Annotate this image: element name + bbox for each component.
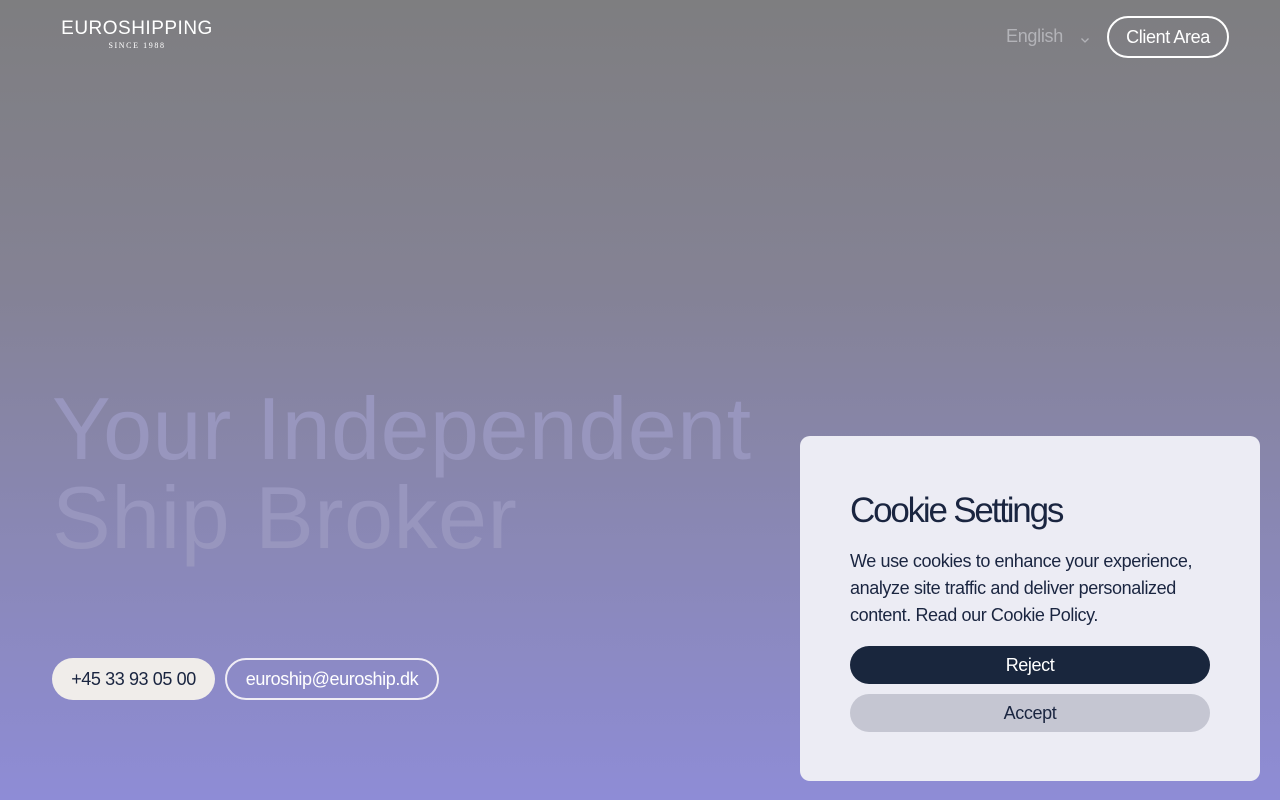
cookie-settings-dialog: Cookie Settings We use cookies to enhanc… xyxy=(800,436,1260,781)
reject-cookies-button[interactable]: Reject xyxy=(850,646,1210,684)
cookie-dialog-text: We use cookies to enhance your experienc… xyxy=(850,548,1210,629)
cookie-dialog-title: Cookie Settings xyxy=(850,491,1064,530)
language-selector[interactable]: English xyxy=(1006,24,1091,48)
chevron-down-icon xyxy=(1079,30,1091,43)
logo-tagline: SINCE 1988 xyxy=(108,41,166,50)
logo-wordmark: EUROSHIPPING xyxy=(61,18,213,39)
hero-title-line-1: Your Independent xyxy=(52,379,752,478)
cookie-text-end: . xyxy=(1093,605,1099,625)
hero-title-line-2: Ship Broker xyxy=(52,468,518,567)
email-button[interactable]: euroship@euroship.dk xyxy=(225,658,439,700)
hero-title: Your Independent Ship Broker xyxy=(52,384,752,562)
language-selected-value: English xyxy=(1006,25,1063,46)
accept-cookies-button[interactable]: Accept xyxy=(850,694,1210,732)
euroshipping-logo[interactable]: EUROSHIPPING SINCE 1988 xyxy=(50,18,224,52)
cookie-policy-link[interactable]: Cookie Policy xyxy=(991,605,1094,625)
phone-button[interactable]: +45 33 93 05 00 xyxy=(52,658,215,700)
client-area-button[interactable]: Client Area xyxy=(1107,16,1229,58)
